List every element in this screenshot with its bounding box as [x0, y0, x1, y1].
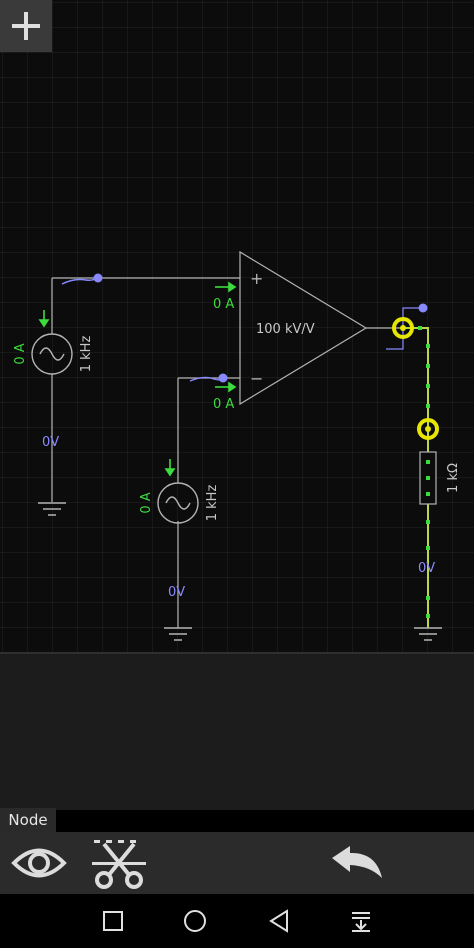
- opamp-gain-label: 100 kV/V: [256, 322, 315, 337]
- cut-button[interactable]: [88, 834, 150, 892]
- system-nav-bar: [0, 894, 474, 948]
- node-dot[interactable]: [418, 303, 428, 313]
- plus-icon: [12, 12, 40, 40]
- arrow-down-icon: [164, 459, 176, 477]
- opamp-minus-symbol: −: [250, 369, 263, 388]
- bottom-toolbar: [0, 832, 474, 894]
- sine-wave-icon: [39, 347, 65, 361]
- node-dot[interactable]: [218, 373, 228, 383]
- probe-lead: [61, 277, 99, 285]
- undo-button[interactable]: [324, 838, 388, 890]
- back-button[interactable]: [260, 902, 298, 940]
- resistor-voltage: 0V: [418, 561, 435, 576]
- opamp-minus-current: 0 A: [213, 397, 234, 412]
- triangle-back-icon: [269, 909, 288, 933]
- source-top-frequency: 1 kHz: [79, 336, 94, 373]
- source-top-voltage: 0V: [42, 435, 59, 450]
- notification-menu-icon: [352, 912, 370, 932]
- opamp-plus-current: 0 A: [213, 297, 234, 312]
- sine-wave-icon: [165, 496, 191, 510]
- wires: [51, 250, 429, 628]
- opamp-plus-symbol: +: [250, 269, 263, 288]
- square-icon: [103, 911, 123, 931]
- circuit-canvas[interactable]: + − 100 kV/V 0 A 0 A 1 kΩ 0V 0 A 1 kHz 0…: [0, 0, 474, 652]
- undo-icon: [332, 846, 382, 878]
- source-bottom-voltage: 0V: [168, 585, 185, 600]
- view-button[interactable]: [8, 836, 70, 890]
- scissors-icon: [92, 840, 146, 889]
- arrow-down-icon: [38, 310, 50, 328]
- source-bottom-frequency: 1 kHz: [205, 485, 220, 522]
- circle-icon: [184, 910, 206, 932]
- ground-icon: [164, 627, 192, 641]
- notification-menu-button[interactable]: [342, 902, 380, 940]
- source-top-current: 0 A: [13, 343, 28, 364]
- source-bottom-current: 0 A: [139, 492, 154, 513]
- resistor-value: 1 kΩ: [446, 463, 461, 493]
- eye-icon: [11, 848, 67, 878]
- ground-icon: [38, 502, 66, 516]
- selection-type-label: Node: [0, 808, 56, 832]
- recents-button[interactable]: [96, 902, 130, 940]
- circuit-schematic[interactable]: + − 100 kV/V 0 A 0 A 1 kΩ 0V 0 A 1 kHz 0…: [0, 0, 474, 652]
- home-button[interactable]: [176, 902, 214, 940]
- ground-icon: [414, 627, 442, 641]
- info-panel: [0, 652, 474, 810]
- node-dot[interactable]: [93, 273, 103, 283]
- add-component-button[interactable]: [0, 0, 52, 52]
